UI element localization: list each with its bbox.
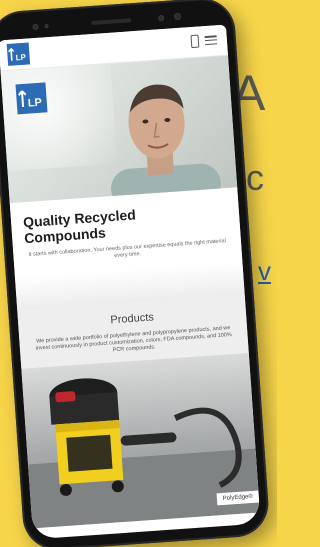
menu-icon[interactable] [204, 35, 218, 46]
sensor-icon [32, 23, 39, 31]
backdrop-letter-c: c [246, 157, 264, 198]
products-text: We provide a wide portfolio of polyethyl… [35, 325, 232, 354]
phone-screen: LP LP Quality Recycled Compounds It star… [0, 24, 261, 540]
camera-icon [173, 12, 182, 21]
speaker-grille [91, 18, 132, 26]
phone-icon[interactable] [190, 34, 200, 49]
logo-icon: LP [15, 82, 48, 115]
camera-icon [158, 14, 165, 22]
logo-icon[interactable]: LP [6, 42, 31, 66]
marketing-stage: A c v LP LP Quality Recycled Compounds I… [0, 0, 277, 547]
backdrop-link-letter-v[interactable]: v [258, 258, 271, 284]
sensor-icon [44, 24, 49, 29]
svg-text:LP: LP [27, 97, 42, 110]
header-icons [190, 33, 218, 49]
hero-banner: LP [0, 55, 238, 204]
product-image: PolyEdge® [21, 352, 260, 529]
phone-device: LP LP Quality Recycled Compounds It star… [0, 0, 271, 547]
svg-text:LP: LP [15, 53, 26, 63]
hero-portrait [93, 67, 222, 204]
